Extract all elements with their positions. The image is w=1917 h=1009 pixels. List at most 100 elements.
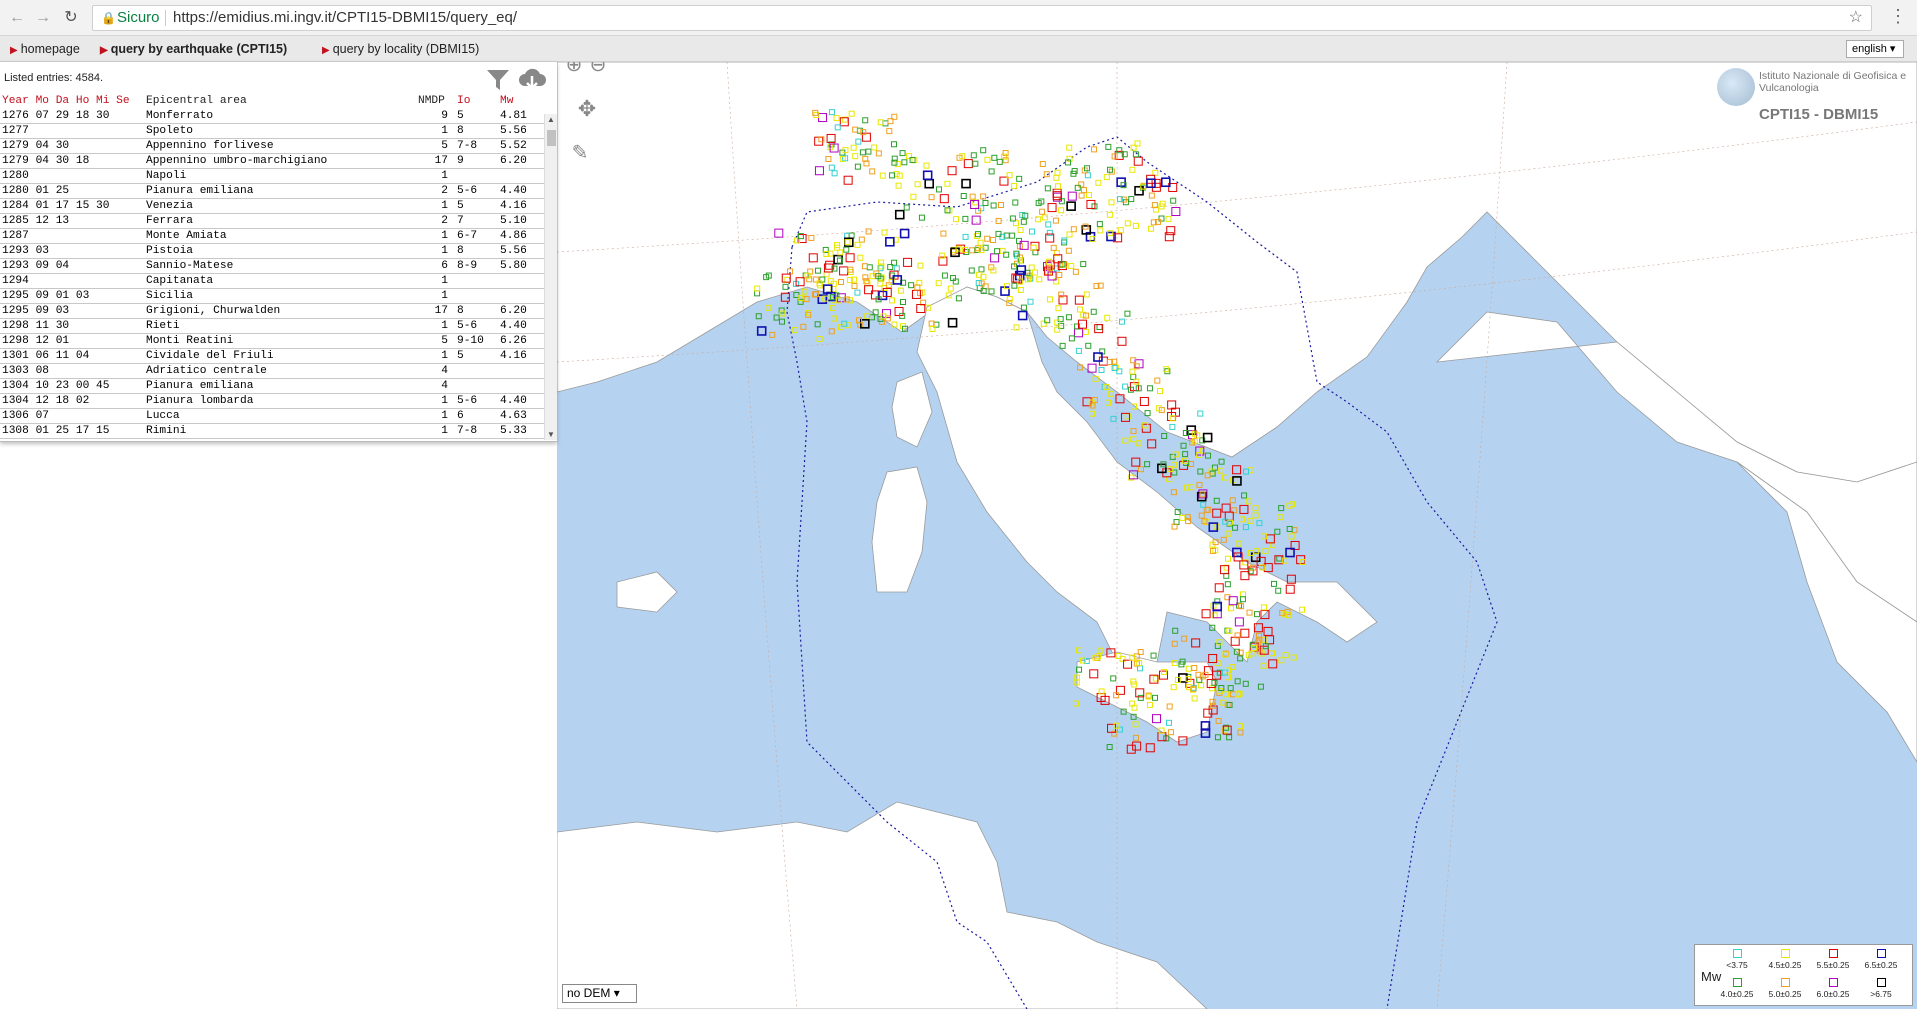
table-row[interactable]: 1308 01 25 17 15 Rimini 1 7-8 5.33 — [0, 424, 546, 439]
cell-mw: 5.10 — [500, 215, 527, 227]
cell-io: 8 — [457, 125, 464, 137]
table-row[interactable]: 1304 10 23 00 45 Pianura emiliana 4 — [0, 379, 546, 394]
cell-date: 1287 — [2, 230, 29, 242]
logo-title: CPTI15 - DBMI15 — [1759, 106, 1879, 123]
cell-mw: 4.40 — [500, 185, 527, 197]
cell-mw: 5.80 — [500, 260, 527, 272]
pencil-icon[interactable]: ✎ — [567, 140, 593, 166]
listed-entries: Listed entries: 4584. — [4, 72, 104, 84]
map-canvas[interactable] — [557, 62, 1917, 1009]
cell-area: Cividale del Friuli — [146, 350, 274, 362]
cell-nmdp: 1 — [441, 275, 448, 287]
legend-swatch — [1876, 978, 1886, 987]
reload-icon[interactable]: ↻ — [60, 7, 82, 29]
filter-icon[interactable] — [483, 66, 513, 96]
table-row[interactable]: 1293 09 04 Sannio-Matese 6 8-9 5.80 — [0, 259, 546, 274]
cell-mw: 5.56 — [500, 245, 527, 257]
magnitude-legend: Mw <3.75 4.0±0.25 4.5±0.25 5.0±0.25 5.5±0.25… — [1694, 944, 1913, 1006]
table-row[interactable]: 1284 01 17 15 30 Venezia 1 5 4.16 — [0, 199, 546, 214]
table-row[interactable]: 1279 04 30 18 Appennino umbro-marchigiano… — [0, 154, 546, 169]
cell-nmdp: 5 — [441, 335, 448, 347]
browser-toolbar: ← → ↻ 🔒 Sicuro https://emidius.mi.ingv.i… — [0, 0, 1917, 36]
cell-mw: 6.20 — [500, 305, 527, 317]
nav-query-by-locality[interactable]: ▶ query by locality (DBMI15) — [322, 36, 479, 64]
arrow-icon: ▶ — [10, 45, 18, 56]
cell-nmdp: 2 — [441, 185, 448, 197]
legend-swatch — [1780, 949, 1790, 958]
cell-mw: 4.63 — [500, 410, 527, 422]
table-row[interactable]: 1285 12 13 Ferrara 2 7 5.10 — [0, 214, 546, 229]
cell-area: Grigioni, Churwalden — [146, 305, 281, 317]
cell-date: 1293 03 — [2, 245, 49, 257]
bookmark-star-icon[interactable]: ☆ — [1849, 6, 1863, 30]
pan-arrows-icon[interactable]: ✥ — [567, 96, 607, 136]
cell-nmdp: 5 — [441, 140, 448, 152]
table-row[interactable]: 1304 12 18 02 Pianura lombarda 1 5-6 4.40 — [0, 394, 546, 409]
cell-date: 1304 12 18 02 — [2, 395, 90, 407]
table-row[interactable]: 1298 11 30 Rieti 1 5-6 4.40 — [0, 319, 546, 334]
nav-query-by-earthquake[interactable]: ▶ query by earthquake (CPTI15) — [100, 36, 287, 64]
cell-io: 7 — [457, 215, 464, 227]
table-row[interactable]: 1287 Monte Amiata 1 6-7 4.86 — [0, 229, 546, 244]
cell-io: 5 — [457, 110, 464, 122]
cell-mw: 5.33 — [500, 425, 527, 437]
table-row[interactable]: 1280 Napoli 1 — [0, 169, 546, 184]
cell-io: 7-8 — [457, 140, 478, 152]
cell-area: Monte Amiata — [146, 230, 227, 242]
legend-item: >6.75 — [1861, 978, 1901, 999]
table-header: Year Mo Da Ho Mi Se Epicentral area NMDP… — [2, 95, 514, 107]
table-row[interactable]: 1279 04 30 Appennino forlivese 5 7-8 5.52 — [0, 139, 546, 154]
legend-swatch — [1876, 949, 1886, 958]
forward-icon[interactable]: → — [32, 7, 54, 29]
cell-mw: 4.40 — [500, 395, 527, 407]
legend-label: 6.0±0.25 — [1816, 989, 1850, 999]
table-row[interactable]: 1295 09 03 Grigioni, Churwalden 17 8 6.20 — [0, 304, 546, 319]
cell-date: 1298 12 01 — [2, 335, 70, 347]
back-icon[interactable]: ← — [6, 7, 28, 29]
scroll-thumb[interactable] — [547, 130, 556, 146]
nav-homepage[interactable]: ▶ homepage — [10, 36, 80, 64]
table-row[interactable]: 1280 01 25 Pianura emiliana 2 5-6 4.40 — [0, 184, 546, 199]
legend-swatch — [1732, 949, 1742, 958]
legend-item: 5.5±0.25 — [1813, 949, 1853, 970]
table-row[interactable]: 1301 06 11 04 Cividale del Friuli 1 5 4.16 — [0, 349, 546, 364]
cell-nmdp: 17 — [434, 155, 448, 167]
table-row[interactable]: 1295 09 01 03 Sicilia 1 — [0, 289, 546, 304]
cell-area: Appennino umbro-marchigiano — [146, 155, 328, 167]
table-row[interactable]: 1303 08 Adriatico centrale 4 — [0, 364, 546, 379]
download-icon[interactable] — [517, 66, 547, 96]
zoom-out-icon[interactable]: ⊖ — [585, 62, 611, 78]
cell-nmdp: 1 — [441, 200, 448, 212]
site-navbar: ▶ homepage ▶ query by earthquake (CPTI15) … — [0, 36, 1917, 62]
table-row[interactable]: 1298 12 01 Monti Reatini 5 9-10 6.26 — [0, 334, 546, 349]
url-text[interactable]: https://emidius.mi.ingv.it/CPTI15-DBMI15… — [173, 6, 517, 30]
legend-item: 4.5±0.25 — [1765, 949, 1805, 970]
cell-nmdp: 1 — [441, 425, 448, 437]
cell-date: 1284 01 17 15 30 — [2, 200, 110, 212]
table-row[interactable]: 1293 03 Pistoia 1 8 5.56 — [0, 244, 546, 259]
table-row[interactable]: 1276 07 29 18 30 Monferrato 9 5 4.81 — [0, 109, 546, 124]
address-bar[interactable]: 🔒 Sicuro https://emidius.mi.ingv.it/CPTI… — [92, 5, 1872, 31]
table-row[interactable]: 1277 Spoleto 1 8 5.56 — [0, 124, 546, 139]
legend-swatch — [1828, 949, 1838, 958]
language-select[interactable]: english ▾ — [1846, 40, 1904, 58]
cell-area: Monferrato — [146, 110, 214, 122]
cell-mw: 4.16 — [500, 200, 527, 212]
cell-nmdp: 1 — [441, 290, 448, 302]
seismicity-map[interactable]: ⊕ ⊖ ✥ ✎ Istituto Nazionale di Geofisica … — [557, 62, 1917, 1009]
earthquake-table: Year Mo Da Ho Mi Se Epicentral area NMDP… — [0, 94, 546, 439]
cell-date: 1276 07 29 18 30 — [2, 110, 110, 122]
cell-io: 5 — [457, 350, 464, 362]
cell-area: Rimini — [146, 425, 187, 437]
list-scrollbar[interactable]: ▲ ▼ — [544, 114, 557, 440]
table-row[interactable]: 1294 Capitanata 1 — [0, 274, 546, 289]
legend-label: <3.75 — [1726, 960, 1748, 970]
cell-nmdp: 1 — [441, 170, 448, 182]
cell-area: Capitanata — [146, 275, 214, 287]
cell-date: 1298 11 30 — [2, 320, 70, 332]
menu-kebab-icon[interactable]: ⋮ — [1888, 6, 1908, 30]
zoom-in-icon[interactable]: ⊕ — [561, 62, 587, 78]
cell-nmdp: 1 — [441, 350, 448, 362]
table-row[interactable]: 1306 07 Lucca 1 6 4.63 — [0, 409, 546, 424]
dem-select[interactable]: no DEM ▾ — [562, 984, 637, 1003]
